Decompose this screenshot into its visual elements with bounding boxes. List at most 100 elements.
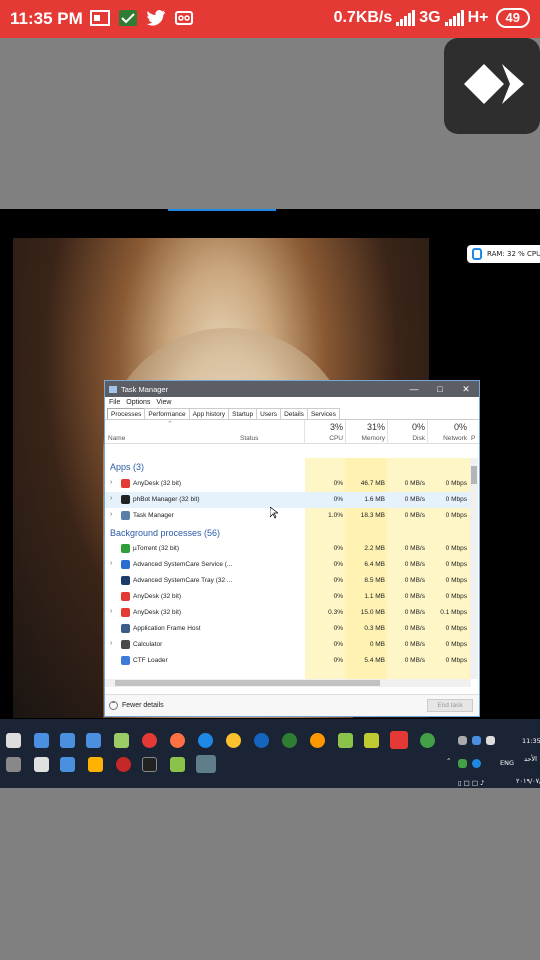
mouse-cursor-icon (270, 507, 278, 519)
process-icon (121, 576, 130, 585)
col-name[interactable]: Name (108, 435, 125, 442)
calculator-icon[interactable] (6, 733, 21, 748)
taskbar-app-icon-2[interactable] (60, 733, 75, 748)
whatsapp-icon[interactable] (420, 733, 435, 748)
menu-options[interactable]: Options (126, 399, 150, 406)
end-task-button[interactable]: End task (427, 699, 473, 712)
horizontal-scrollbar[interactable] (105, 679, 471, 687)
taskbar-app-icon-12[interactable] (170, 757, 185, 772)
minimize-button[interactable]: — (401, 381, 427, 397)
process-memory: 18.3 MB (360, 512, 385, 519)
remote-desktop-view[interactable]: RAM: 32 % CPU: Task Manager — □ ✕ File O… (0, 209, 540, 788)
fewer-details-label: Fewer details (122, 702, 164, 709)
task-manager-window[interactable]: Task Manager — □ ✕ File Options View Pro… (104, 380, 480, 717)
tab-app-history[interactable]: App history (188, 408, 230, 419)
process-list[interactable]: Apps (3) › AnyDesk (32 bit) 0% 46.7 MB 0 MB/… (105, 458, 471, 679)
footer-bar: ⌃ Fewer details End task (105, 694, 479, 716)
utorrent-icon[interactable] (282, 733, 297, 748)
tab-processes[interactable]: Processes (107, 408, 146, 419)
maximize-button[interactable]: □ (427, 381, 453, 397)
clock-day[interactable]: الأحد (524, 755, 537, 763)
taskbar-app-icon-1[interactable] (34, 733, 49, 748)
expand-chevron-icon[interactable]: › (110, 495, 112, 502)
tab-users[interactable]: Users (256, 408, 282, 419)
clock-time[interactable]: 11:35 (522, 737, 540, 745)
anydesk-taskbar-icon[interactable] (390, 731, 408, 749)
process-row[interactable]: Advanced SystemCare Tray (32 ... 0% 8.5 MB… (105, 573, 471, 589)
tray-icon-4[interactable] (458, 759, 467, 768)
menu-file[interactable]: File (109, 399, 120, 406)
expand-chevron-icon[interactable]: › (110, 511, 112, 518)
menu-view[interactable]: View (156, 399, 171, 406)
expand-chevron-icon[interactable]: › (110, 640, 112, 647)
taskbar-app-icon-5[interactable] (338, 733, 353, 748)
col-status[interactable]: Status (240, 435, 258, 442)
tab-performance[interactable]: Performance (144, 408, 190, 419)
notification-icons (90, 9, 194, 27)
taskbar-app-icon-11[interactable] (116, 757, 131, 772)
expand-chevron-icon[interactable]: › (110, 560, 112, 567)
tray-icon-3[interactable] (486, 736, 495, 745)
clock-date[interactable]: ٢٠١٩/٠٧/٠٧ (516, 777, 540, 785)
process-row[interactable]: Application Frame Host 0% 0.3 MB 0 MB/s 0 Mb… (105, 621, 471, 637)
close-button[interactable]: ✕ (453, 381, 479, 397)
process-name: Application Frame Host (133, 625, 201, 632)
tab-details[interactable]: Details (280, 408, 308, 419)
group-header-apps[interactable]: Apps (3) (105, 458, 471, 476)
opera-icon[interactable] (142, 733, 157, 748)
fewer-details-button[interactable]: ⌃ Fewer details (109, 701, 164, 710)
title-bar[interactable]: Task Manager — □ ✕ (105, 381, 479, 397)
process-cpu: 1.0% (328, 512, 343, 519)
taskbar-app-icon-8[interactable] (34, 757, 49, 772)
taskbar-app-icon-7[interactable] (6, 757, 21, 772)
process-row[interactable]: › phBot Manager (32 bit) 0% 1.6 MB 0 MB/s 0 M… (105, 492, 471, 508)
taskbar-app-icon-9[interactable] (60, 757, 75, 772)
process-row[interactable]: › Calculator 0% 0 MB 0 MB/s 0 Mbps (105, 637, 471, 653)
tray-system-icons[interactable]: ▯ □ □ ♪ (458, 779, 484, 787)
tab-startup[interactable]: Startup (228, 408, 258, 419)
tray-icon-5[interactable] (472, 759, 481, 768)
taskbar-app-icon-6[interactable] (364, 733, 379, 748)
process-disk: 0 MB/s (404, 657, 425, 664)
tray-icon-1[interactable] (458, 736, 467, 745)
tray-icon-2[interactable] (472, 736, 481, 745)
col-memory[interactable]: Memory (345, 435, 385, 442)
process-disk: 0 MB/s (404, 625, 425, 632)
process-row[interactable]: › Advanced SystemCare Service (... 0% 6.4 M… (105, 557, 471, 573)
process-row[interactable]: › AnyDesk (32 bit) 0% 46.7 MB 0 MB/s 0 Mbps (105, 476, 471, 492)
ccleaner-icon[interactable] (254, 733, 269, 748)
col-disk[interactable]: Disk (387, 435, 425, 442)
status-bar: 11:35 PM 0.7KB/s 3G H+ 49 (0, 0, 540, 38)
expand-chevron-icon[interactable]: › (110, 479, 112, 486)
anydesk-menu-button[interactable] (444, 38, 540, 134)
language-indicator[interactable]: ENG (500, 759, 514, 767)
process-row[interactable]: µTorrent (32 bit) 0% 2.2 MB 0 MB/s 0 Mbps (105, 541, 471, 557)
process-row[interactable]: CTF Loader 0% 5.4 MB 0 MB/s 0 Mbps (105, 653, 471, 669)
col-power[interactable]: P (471, 435, 475, 442)
process-row[interactable]: › Task Manager 1.0% 18.3 MB 0 MB/s 0 Mbps (105, 508, 471, 524)
process-row[interactable]: AnyDesk (32 bit) 0% 1.1 MB 0 MB/s 0 Mbps (105, 589, 471, 605)
vertical-scrollbar[interactable] (470, 458, 478, 679)
taskbar-app-icon-10[interactable] (88, 757, 103, 772)
group-header-background[interactable]: Background processes (56) (105, 524, 471, 541)
process-memory: 0 MB (369, 641, 385, 648)
taskbar-app-icon-4[interactable] (310, 733, 325, 748)
process-cpu: 0% (333, 625, 343, 632)
chrome-icon[interactable] (226, 733, 241, 748)
notepad-icon[interactable] (114, 733, 129, 748)
taskbar-app-icon-3[interactable] (86, 733, 101, 748)
firefox-icon[interactable] (170, 733, 185, 748)
tab-services[interactable]: Services (306, 408, 340, 419)
phbot-taskbar-icon[interactable] (142, 757, 157, 772)
tray-chevron-icon[interactable]: ⌃ (446, 757, 451, 765)
col-network[interactable]: Network (427, 435, 467, 442)
expand-chevron-icon[interactable]: › (110, 608, 112, 615)
col-cpu[interactable]: CPU (305, 435, 343, 442)
task-manager-taskbar-icon[interactable] (196, 755, 216, 773)
process-network: 0 Mbps (445, 657, 467, 664)
edge-icon[interactable] (198, 733, 213, 748)
process-row[interactable]: › AnyDesk (32 bit) 0.3% 15.0 MB 0 MB/s 0.1 Mb… (105, 605, 471, 621)
perf-overlay-text: RAM: 32 % CPU: (487, 250, 540, 258)
perf-overlay[interactable]: RAM: 32 % CPU: (467, 245, 540, 263)
process-icon (121, 608, 130, 617)
